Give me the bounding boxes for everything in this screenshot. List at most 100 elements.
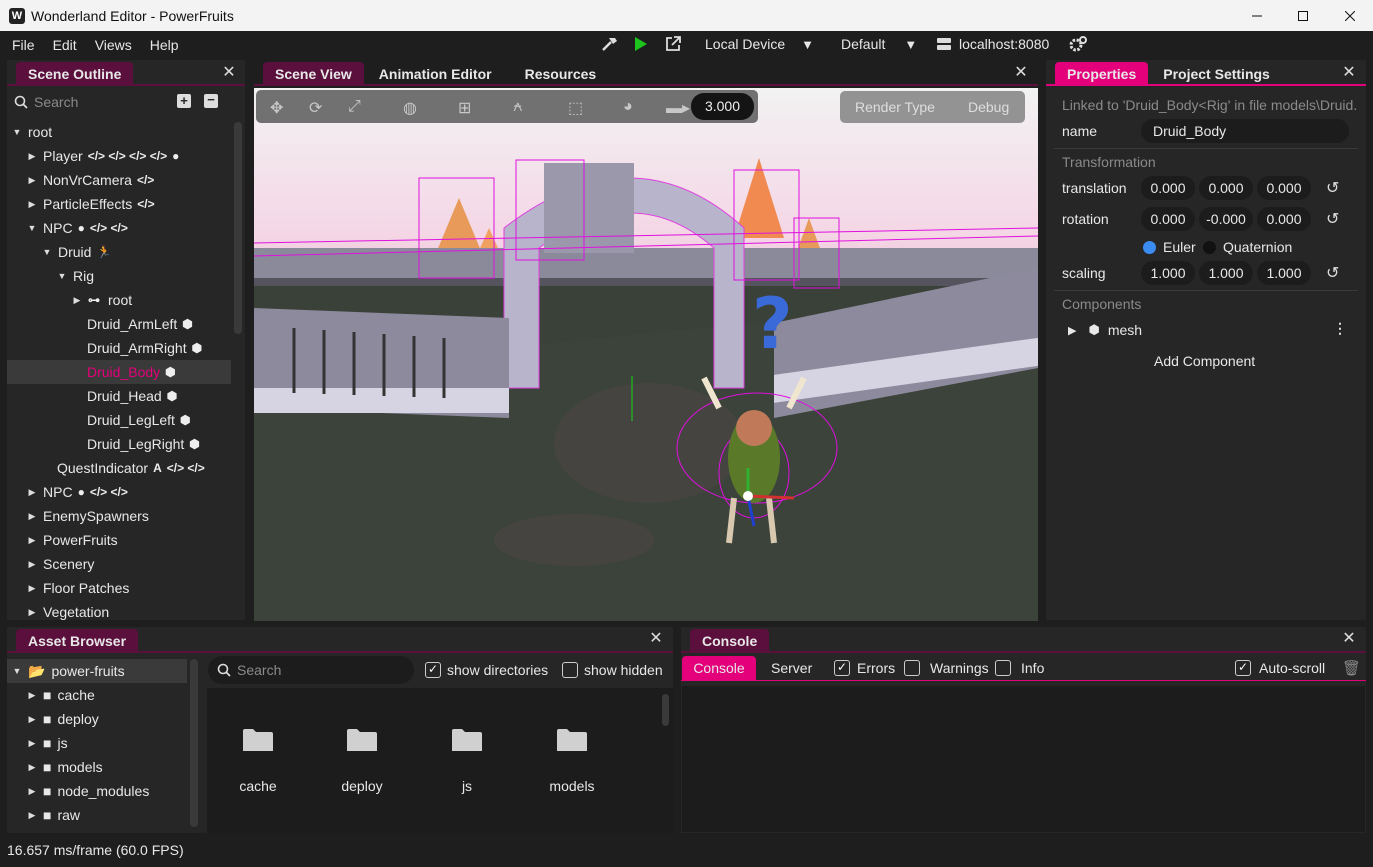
- reset-translation-icon[interactable]: ↺: [1326, 178, 1339, 198]
- reset-scaling-icon[interactable]: ↺: [1326, 263, 1339, 283]
- dir-models[interactable]: ▶ ■ models: [27, 755, 103, 779]
- settings-button[interactable]: [1068, 33, 1088, 55]
- info-checkbox[interactable]: Info: [995, 660, 1044, 676]
- bones-icon[interactable]: ⍲: [513, 98, 523, 116]
- tree-item-druid[interactable]: ▼ Druid 🏃: [42, 240, 112, 264]
- world-space-icon[interactable]: ◍: [403, 98, 417, 118]
- dir-raw[interactable]: ▶ ■ raw: [27, 803, 81, 827]
- tree-item-vegetation[interactable]: ▶ Vegetation: [27, 600, 110, 624]
- tree-item-powerfruits[interactable]: ▶ PowerFruits: [27, 528, 118, 552]
- debug-button[interactable]: Debug: [968, 99, 1009, 115]
- tab-scene-view[interactable]: Scene View: [263, 62, 364, 86]
- translation-z-field[interactable]: 0.000: [1257, 176, 1311, 200]
- menu-views[interactable]: Views: [89, 37, 138, 53]
- subtab-console[interactable]: Console: [682, 656, 756, 680]
- errors-checkbox[interactable]: ✓ Errors: [834, 660, 895, 676]
- scaling-y-field[interactable]: 1.000: [1199, 261, 1253, 285]
- render-type-button[interactable]: Render Type: [855, 99, 935, 115]
- trash-icon[interactable]: 🗑: [1342, 659, 1361, 677]
- tab-animation-editor[interactable]: Animation Editor: [367, 62, 504, 86]
- tree-item-rig[interactable]: ▼ Rig: [57, 264, 94, 288]
- warnings-checkbox[interactable]: Warnings: [904, 660, 989, 676]
- rotation-y-field[interactable]: -0.000: [1199, 207, 1253, 231]
- close-panel-icon[interactable]: ✕: [649, 631, 663, 647]
- show-directories-checkbox[interactable]: ✓ show directories: [425, 662, 548, 678]
- asset-grid-scrollbar[interactable]: [662, 694, 669, 726]
- tree-item-particleeffects[interactable]: ▶ ParticleEffects </>: [27, 192, 155, 216]
- lighting-sphere-icon[interactable]: ◕: [623, 98, 633, 116]
- outline-scrollbar[interactable]: [234, 122, 242, 334]
- scale-tool-icon[interactable]: ⤢: [348, 98, 361, 116]
- tab-console[interactable]: Console: [690, 629, 770, 653]
- translation-y-field[interactable]: 0.000: [1199, 176, 1253, 200]
- open-browser-button[interactable]: [664, 33, 682, 55]
- mesh-component-row[interactable]: ▶ ⬢ mesh: [1068, 322, 1142, 338]
- more-options-icon[interactable]: ⋮: [1333, 320, 1347, 337]
- profile-select[interactable]: Default ▼: [841, 33, 917, 55]
- tree-item-druid-legleft[interactable]: Druid_LegLeft ⬢: [87, 408, 190, 432]
- tree-item-root[interactable]: ▼ root: [12, 120, 53, 144]
- asset-folder-models[interactable]: models: [540, 727, 604, 794]
- scaling-x-field[interactable]: 1.000: [1141, 261, 1195, 285]
- tree-item-druid-armright[interactable]: Druid_ArmRight ⬢: [87, 336, 202, 360]
- name-field[interactable]: Druid_Body: [1141, 119, 1349, 143]
- dir-js[interactable]: ▶ ■ js: [27, 731, 68, 755]
- console-output[interactable]: [682, 686, 1365, 832]
- menu-help[interactable]: Help: [144, 37, 185, 53]
- tree-item-druid-head[interactable]: Druid_Head ⬢: [87, 384, 177, 408]
- dir-node-modules[interactable]: ▶ ■ node_modules: [27, 779, 150, 803]
- dir-power-fruits[interactable]: ▼ 📂 power-fruits: [12, 659, 125, 683]
- reset-rotation-icon[interactable]: ↺: [1326, 209, 1339, 229]
- close-window-button[interactable]: [1327, 0, 1373, 31]
- dir-tree-scrollbar[interactable]: [190, 659, 198, 827]
- menu-edit[interactable]: Edit: [47, 37, 83, 53]
- close-panel-icon[interactable]: ✕: [1342, 65, 1356, 81]
- translation-x-field[interactable]: 0.000: [1141, 176, 1195, 200]
- tree-item-druid-armleft[interactable]: Druid_ArmLeft ⬢: [87, 312, 193, 336]
- tab-asset-browser[interactable]: Asset Browser: [16, 629, 139, 653]
- tree-item-druid-legright[interactable]: Druid_LegRight ⬢: [87, 432, 200, 456]
- asset-folder-deploy[interactable]: deploy: [330, 727, 394, 794]
- bounding-box-icon[interactable]: ⬚: [568, 98, 583, 118]
- rotate-tool-icon[interactable]: ⟳: [309, 98, 322, 118]
- tab-project-settings[interactable]: Project Settings: [1151, 62, 1282, 86]
- quaternion-radio[interactable]: Quaternion: [1203, 239, 1292, 255]
- grid-icon[interactable]: ⊞: [458, 98, 471, 118]
- tab-scene-outline[interactable]: Scene Outline: [16, 62, 134, 86]
- scaling-z-field[interactable]: 1.000: [1257, 261, 1311, 285]
- tree-item-player[interactable]: ▶ Player </> </> </> </> ●: [27, 144, 180, 168]
- asset-folder-cache[interactable]: cache: [226, 727, 290, 794]
- tree-item-enemyspawners[interactable]: ▶ EnemySpawners: [27, 504, 149, 528]
- maximize-button[interactable]: [1280, 0, 1326, 31]
- tree-item-scenery[interactable]: ▶ Scenery: [27, 552, 95, 576]
- tree-item-bone-root[interactable]: ▶ ⊶ root: [72, 288, 133, 312]
- rotation-z-field[interactable]: 0.000: [1257, 207, 1311, 231]
- tree-item-npc[interactable]: ▼ NPC ● </> </>: [27, 216, 128, 240]
- close-panel-icon[interactable]: ✕: [1014, 65, 1028, 81]
- scene-viewport[interactable]: ?: [254, 88, 1038, 621]
- tree-item-nonvrcamera[interactable]: ▶ NonVrCamera </>: [27, 168, 155, 192]
- minimize-button[interactable]: [1234, 0, 1280, 31]
- move-tool-icon[interactable]: ✥: [270, 98, 283, 118]
- tab-resources[interactable]: Resources: [513, 62, 609, 86]
- subtab-server[interactable]: Server: [771, 660, 812, 676]
- show-hidden-checkbox[interactable]: show hidden: [562, 662, 663, 678]
- tree-item-druid-body[interactable]: Druid_Body ⬢: [87, 360, 176, 384]
- remove-object-button[interactable]: −: [204, 93, 218, 108]
- add-object-button[interactable]: +: [177, 94, 191, 108]
- euler-radio[interactable]: Euler: [1143, 239, 1196, 255]
- asset-folder-js[interactable]: js: [435, 727, 499, 794]
- add-component-button[interactable]: Add Component: [1154, 353, 1255, 369]
- play-button[interactable]: [633, 33, 649, 55]
- tab-properties[interactable]: Properties: [1055, 62, 1149, 86]
- dir-cache[interactable]: ▶ ■ cache: [27, 683, 95, 707]
- close-panel-icon[interactable]: ✕: [222, 65, 236, 81]
- dir-deploy[interactable]: ▶ ■ deploy: [27, 707, 99, 731]
- close-panel-icon[interactable]: ✕: [1342, 631, 1356, 647]
- tree-item-npc-2[interactable]: ▶ NPC ● </> </>: [27, 480, 128, 504]
- menu-file[interactable]: File: [6, 37, 41, 53]
- asset-search-input[interactable]: Search: [208, 656, 414, 684]
- server-status[interactable]: localhost:8080: [936, 33, 1049, 55]
- device-select[interactable]: Local Device ▼: [705, 33, 814, 55]
- autoscroll-checkbox[interactable]: ✓ Auto-scroll: [1235, 660, 1325, 676]
